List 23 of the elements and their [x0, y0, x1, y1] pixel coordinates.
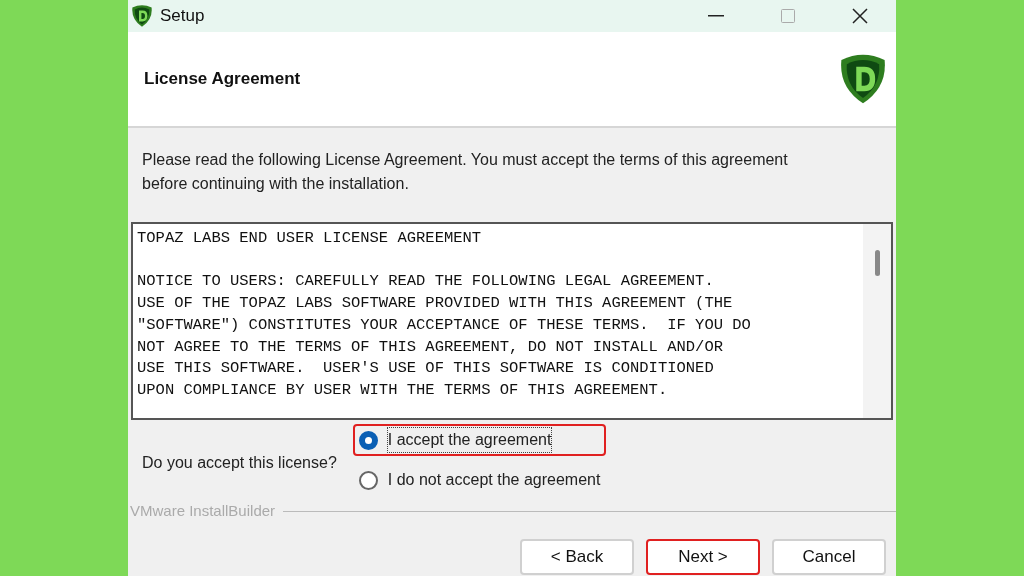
footer-label: VMware InstallBuilder — [130, 501, 276, 521]
license-line: USE THIS SOFTWARE. USER'S USE OF THIS SOFTWARE IS CONDITIONED — [137, 358, 715, 380]
license-line: "SOFTWARE") CONSTITUTES YOUR ACCEPTANCE OF THESE TERMS. IF YOU DO — [137, 314, 752, 336]
dialog-button[interactable]: Next > — [646, 538, 760, 575]
license-text-box[interactable] — [131, 222, 893, 420]
window-title: Setup — [160, 5, 205, 28]
question-label: Do you accept this license? — [142, 453, 337, 473]
close-icon — [852, 8, 868, 24]
radio-option[interactable]: I accept the agreement — [352, 424, 607, 456]
license-line: NOTICE TO USERS: CAREFULLY READ THE FOLLOWING LEGAL AGREEMENT. — [137, 271, 715, 293]
minimize-icon — [708, 15, 724, 17]
dialog-button[interactable]: < Back — [520, 538, 634, 575]
scrollbar[interactable] — [863, 224, 891, 418]
dialog-button[interactable]: Cancel — [772, 538, 886, 575]
license-line: UPON COMPLIANCE BY USER WITH THE TERMS OF THIS AGREEMENT. — [137, 379, 669, 401]
license-line: NOT AGREE TO THE TERMS OF THIS AGREEMENT, DO NOT INSTALL AND/OR — [137, 336, 724, 358]
app-logo-icon — [130, 4, 154, 28]
license-line: TOPAZ LABS END USER LICENSE AGREEMENT — [137, 228, 483, 249]
radio-option[interactable]: I do not accept the agreement — [352, 464, 607, 496]
page-heading: License Agreement — [144, 68, 301, 91]
license-line: USE OF THE TOPAZ LABS SOFTWARE PROVIDED WITH THIS AGREEMENT (THE — [137, 293, 734, 315]
intro-text: Please read the following License Agreement. You must accept the terms of this agreement before continuing with the installation. — [142, 150, 789, 194]
maximize-icon — [781, 9, 795, 23]
